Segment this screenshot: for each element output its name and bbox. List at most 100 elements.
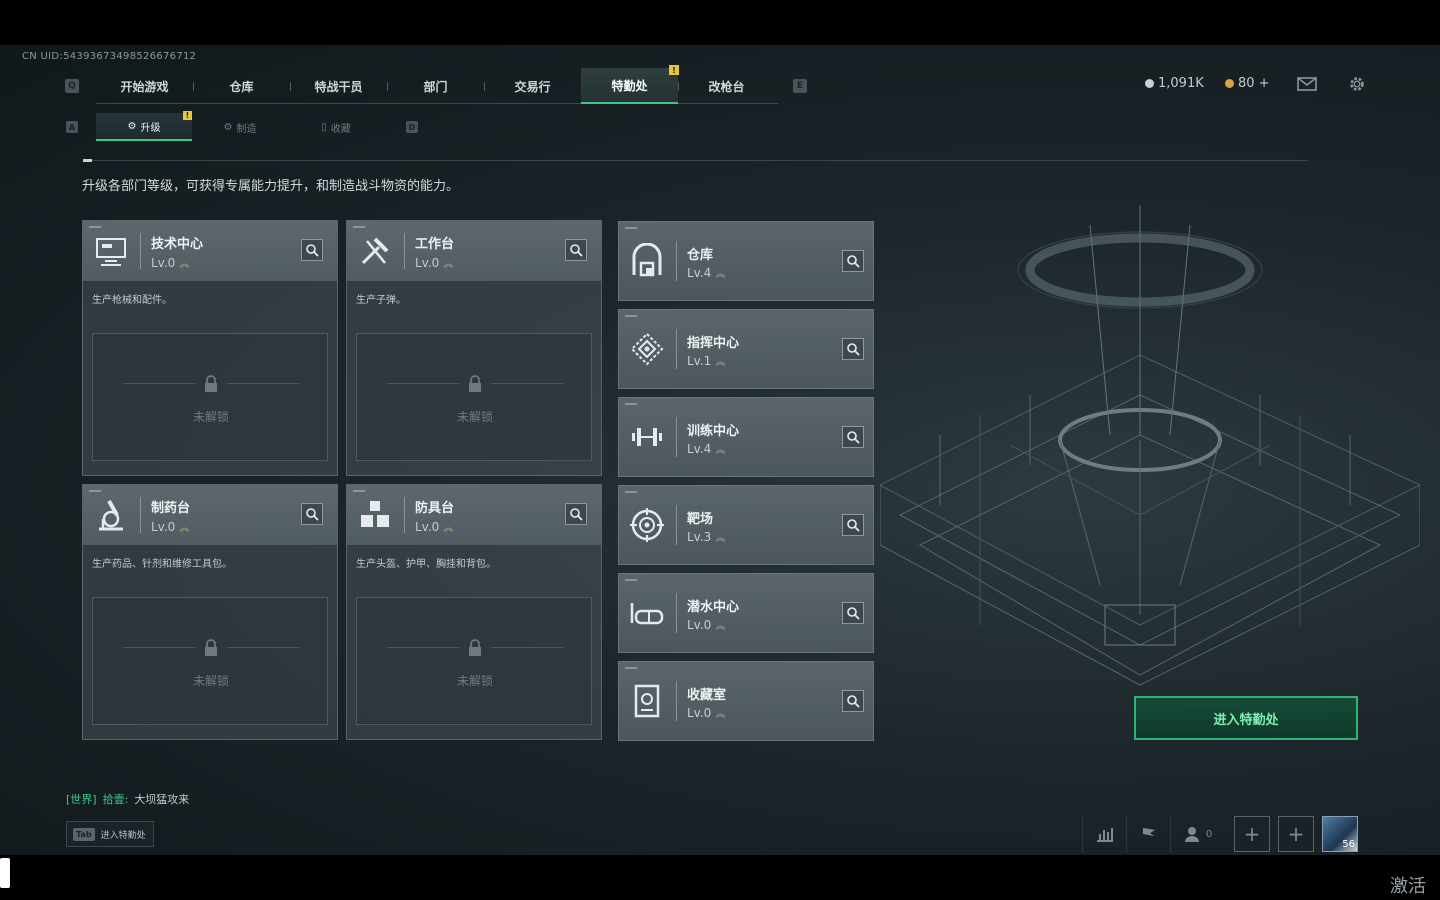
collection-icon xyxy=(634,684,660,718)
card-separator xyxy=(676,241,677,281)
chat-user: 拾壹: xyxy=(102,793,129,806)
inspect-button[interactable] xyxy=(565,239,587,261)
dept-card-collection-room[interactable]: 收藏室 Lv.0 ︽ xyxy=(618,661,874,741)
tab-trade[interactable]: 交易行 xyxy=(484,68,581,104)
card-header: 技术中心 Lv.0 ︽ xyxy=(83,221,337,281)
dept-card-command-center[interactable]: 指挥中心 Lv.1 ︽ xyxy=(618,309,874,389)
divider-accent xyxy=(83,159,92,162)
dept-card-armor-bench[interactable]: 防具台 Lv.0 ︽ 生产头盔、护甲、胸挂和背包。 未解锁 xyxy=(346,484,602,740)
tab-operators[interactable]: 特战干员 xyxy=(290,68,387,104)
upgrade-notice-icon: ! xyxy=(183,111,192,120)
dept-level: Lv.3 ︽ xyxy=(687,529,725,544)
dept-card-diving-center[interactable]: 潜水中心 Lv.0 ︽ xyxy=(618,573,874,653)
enter-special-ops-button[interactable]: 进入特勤处 xyxy=(1134,696,1358,740)
flag-button[interactable] xyxy=(1126,815,1170,853)
tab-start-game[interactable]: 开始游戏 xyxy=(96,68,193,104)
card-separator xyxy=(676,505,677,545)
mail-icon[interactable] xyxy=(1297,75,1317,93)
tab-gunsmith[interactable]: 改枪台 xyxy=(678,68,775,104)
inspect-button[interactable] xyxy=(842,690,864,712)
corner-tick xyxy=(353,226,365,228)
subtab-collect[interactable]: ▯ 收藏 xyxy=(288,113,384,141)
lock-line xyxy=(227,383,299,384)
dept-card-shooting-range[interactable]: 靶场 Lv.3 ︽ xyxy=(618,485,874,565)
coin-balance[interactable]: 1,091K xyxy=(1145,76,1204,91)
inspect-button[interactable] xyxy=(842,602,864,624)
plus-icon: + xyxy=(1287,822,1305,846)
screen-edge-mark xyxy=(0,858,10,888)
dept-name: 收藏室 xyxy=(687,688,727,703)
ticket-balance[interactable]: 80 + xyxy=(1225,76,1270,91)
dept-level-value: Lv.1 xyxy=(687,354,712,368)
dept-card-workbench[interactable]: 工作台 Lv.0 ︽ 生产子弹。 未解锁 xyxy=(346,220,602,476)
nav-next-key[interactable]: E xyxy=(793,79,807,93)
card-separator xyxy=(676,681,677,721)
upgrade-chevron-icon: ︽ xyxy=(715,269,726,280)
dept-card-training-center[interactable]: 训练中心 Lv.4 ︽ xyxy=(618,397,874,477)
tab-department[interactable]: 部门 xyxy=(387,68,484,104)
diving-mask-icon xyxy=(630,603,664,625)
subnav-prev-key[interactable]: A xyxy=(66,121,78,133)
tools-icon xyxy=(361,237,389,265)
locked-label: 未解锁 xyxy=(456,674,493,688)
inspect-button[interactable] xyxy=(565,503,587,525)
friends-icon xyxy=(1184,827,1199,842)
friends-button[interactable]: 0 xyxy=(1170,815,1226,853)
dept-description: 生产枪械和配件。 xyxy=(92,295,172,306)
inspect-button[interactable] xyxy=(842,426,864,448)
locked-label: 未解锁 xyxy=(192,674,229,688)
tab-warehouse[interactable]: 仓库 xyxy=(193,68,290,104)
locked-slot: 未解锁 xyxy=(356,333,592,461)
player-avatar[interactable]: 56 xyxy=(1322,816,1358,852)
settings-gear-icon[interactable] xyxy=(1347,75,1367,93)
dept-level: Lv.0 ︽ xyxy=(415,519,453,534)
dept-level: Lv.0 ︽ xyxy=(687,617,725,632)
subtab-upgrade[interactable]: ⚙ 升级 xyxy=(96,113,192,141)
nav-prev-key[interactable]: Q xyxy=(65,79,79,93)
locked-label: 未解锁 xyxy=(456,410,493,424)
dept-level: Lv.0 ︽ xyxy=(151,255,189,270)
inspect-button[interactable] xyxy=(842,514,864,536)
card-separator xyxy=(140,497,141,533)
sub-nav-tabs: ⚙ 升级 ⚙ 制造 ▯ 收藏 xyxy=(96,113,384,141)
subtab-craft-label: 制造 xyxy=(236,123,257,135)
inspect-button[interactable] xyxy=(301,503,323,525)
stats-button[interactable] xyxy=(1082,815,1126,853)
subnav-next-key[interactable]: D xyxy=(406,121,418,133)
card-separator xyxy=(676,417,677,457)
corner-tick xyxy=(625,403,637,405)
magnifier-icon xyxy=(570,508,583,521)
activation-watermark: 激活 W xyxy=(1390,876,1426,900)
dept-level-value: Lv.3 xyxy=(687,530,712,544)
inspect-button[interactable] xyxy=(842,338,864,360)
inspect-button[interactable] xyxy=(842,250,864,272)
computer-icon xyxy=(96,238,126,266)
tab-key: Tab xyxy=(73,827,95,841)
add-teammate-button-2[interactable]: + xyxy=(1278,816,1314,852)
corner-tick xyxy=(89,226,101,228)
player-uid: CN UID:54393673498526676712 xyxy=(22,51,197,62)
lock-line xyxy=(491,647,563,648)
tab-enter-hint[interactable]: Tab 进入特勤处 xyxy=(66,821,154,847)
dept-card-pharmacy[interactable]: 制药台 Lv.0 ︽ 生产药品、针剂和维修工具包。 未解锁 xyxy=(82,484,338,740)
card-separator xyxy=(676,593,677,633)
subtab-craft[interactable]: ⚙ 制造 xyxy=(192,113,288,141)
command-icon xyxy=(630,332,664,366)
add-teammate-button[interactable]: + xyxy=(1234,816,1270,852)
card-separator xyxy=(404,497,405,533)
dept-level: Lv.0 ︽ xyxy=(415,255,453,270)
dept-name: 潜水中心 xyxy=(687,600,740,615)
world-chat[interactable]: [世界] 拾壹: 大坝猛攻来 xyxy=(66,791,189,807)
inspect-button[interactable] xyxy=(301,239,323,261)
upgrade-chevron-icon: ︽ xyxy=(179,523,190,534)
tab-special-ops[interactable]: 特勤处 xyxy=(581,68,678,104)
bar-chart-icon xyxy=(1096,828,1113,842)
dept-card-tech-center[interactable]: 技术中心 Lv.0 ︽ 生产枪械和配件。 未解锁 xyxy=(82,220,338,476)
corner-tick xyxy=(625,491,637,493)
microscope-icon xyxy=(99,500,123,531)
lock-icon xyxy=(205,375,217,392)
craft-icon: ⚙ xyxy=(223,121,233,133)
tab-hint-label: 进入特勤处 xyxy=(100,830,146,841)
ticket-amount: 80 + xyxy=(1238,76,1270,91)
dept-card-warehouse[interactable]: 仓库 Lv.4 ︽ xyxy=(618,221,874,301)
